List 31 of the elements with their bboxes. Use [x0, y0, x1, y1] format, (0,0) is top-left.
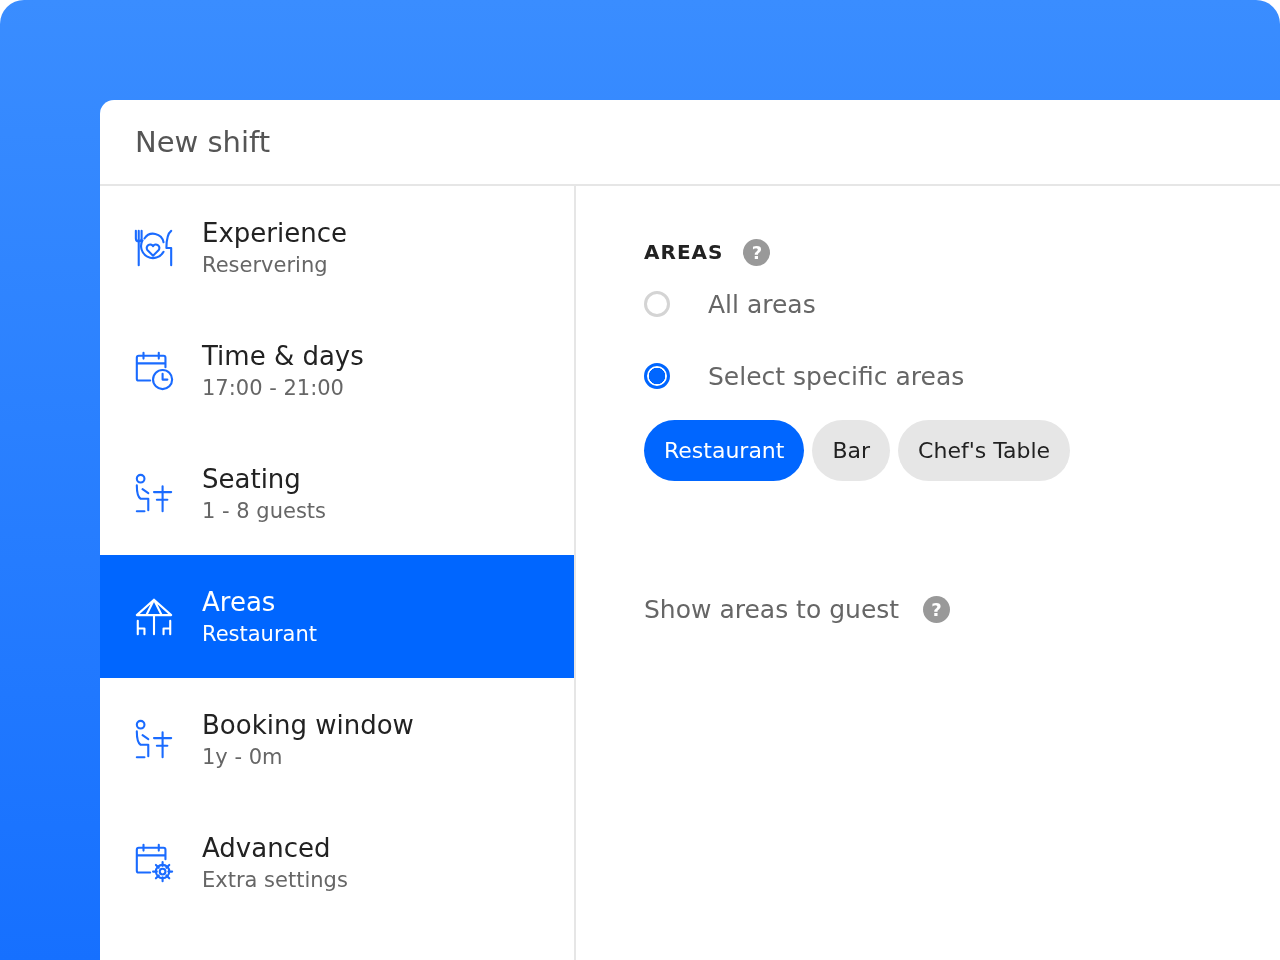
step-title: Booking window [202, 708, 414, 742]
dialog-title: New shift [135, 125, 271, 159]
step-summary: Extra settings [202, 866, 348, 894]
setting-label: Show areas to guest [644, 594, 900, 624]
step-title: Seating [202, 462, 302, 496]
calendar-gear-icon [133, 841, 175, 884]
sidebar-item[interactable]: Time & days 17:00 - 21:00 [100, 309, 574, 432]
step-summary: Reservering [202, 251, 329, 279]
step-summary: 1y - 0m [202, 743, 284, 771]
radio-label: All areas [708, 289, 816, 319]
sidebar-item[interactable]: Booking window 1y - 0m [100, 678, 574, 801]
section-heading: AREAS [644, 240, 724, 264]
area-chip[interactable]: Bar [812, 420, 891, 481]
radio-label: Select specific areas [708, 361, 965, 391]
step-summary: 1 - 8 guests [202, 497, 326, 525]
step-title: Areas [202, 585, 277, 619]
sidebar-item[interactable]: Experience Reservering [100, 186, 574, 309]
calendar-clock-icon [133, 349, 175, 392]
step-title: Advanced [202, 831, 332, 865]
step-title: Time & days [202, 339, 364, 373]
step-summary: Restaurant [202, 620, 317, 648]
sidebar-item[interactable]: Seating 1 - 8 guests [100, 432, 574, 555]
sidebar-item[interactable]: Advanced Extra settings [100, 801, 574, 924]
area-chip[interactable]: Restaurant [644, 420, 805, 481]
step-summary: 17:00 - 21:00 [202, 374, 345, 402]
step-title: Experience [202, 216, 347, 250]
radio-button[interactable] [644, 363, 670, 389]
seated-person-icon [133, 472, 175, 515]
area-chip[interactable]: Chef's Table [898, 420, 1071, 481]
seated-person-icon [133, 718, 175, 761]
sidebar-item[interactable]: Areas Restaurant [100, 555, 574, 678]
